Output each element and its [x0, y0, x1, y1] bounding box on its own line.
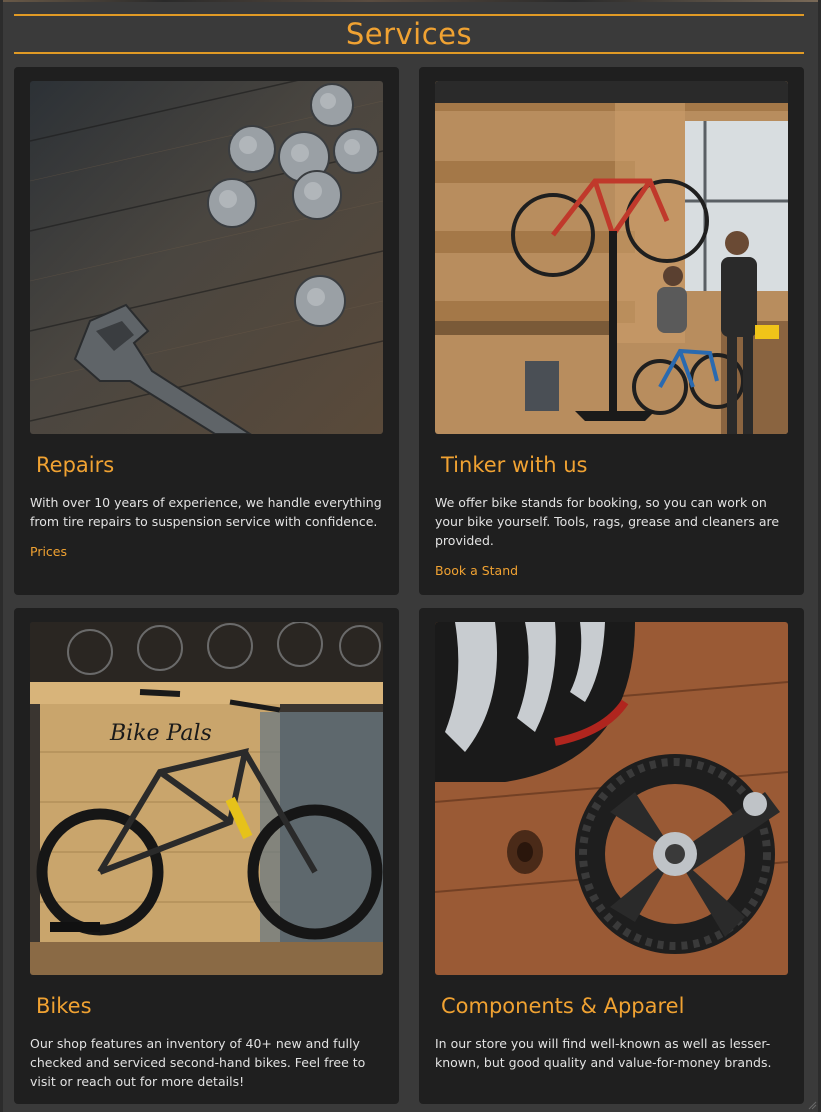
- tinker-image: [435, 81, 788, 434]
- svg-text:Bike Pals: Bike Pals: [109, 721, 212, 746]
- bikes-image: Bike Pals: [30, 622, 383, 975]
- components-image: [435, 622, 788, 975]
- resize-grip-icon[interactable]: [807, 1100, 817, 1110]
- card-description: With over 10 years of experience, we han…: [30, 495, 382, 529]
- section-heading-bar: Services: [14, 14, 804, 54]
- card-description: In our store you will find well-known as…: [435, 1036, 772, 1070]
- page-border-left: [0, 0, 3, 1112]
- header-image-strip: [0, 0, 821, 2]
- service-card-tinker: Tinker with us We offer bike stands for …: [419, 67, 804, 595]
- repairs-image: [30, 81, 383, 434]
- card-title: Bikes: [36, 994, 92, 1018]
- card-title: Repairs: [36, 453, 115, 477]
- book-a-stand-link[interactable]: Book a Stand: [435, 563, 518, 578]
- service-card-repairs: Repairs With over 10 years of experience…: [14, 67, 399, 595]
- card-description: We offer bike stands for booking, so you…: [435, 495, 780, 548]
- card-description: Our shop features an inventory of 40+ ne…: [30, 1036, 366, 1089]
- service-card-components: Components & Apparel In our store you wi…: [419, 608, 804, 1104]
- service-card-bikes: Bike Pals Bikes Our shop features an inv…: [14, 608, 399, 1104]
- card-title: Components & Apparel: [441, 994, 685, 1018]
- card-title: Tinker with us: [441, 453, 588, 477]
- section-title: Services: [345, 17, 473, 51]
- prices-link[interactable]: Prices: [30, 544, 67, 559]
